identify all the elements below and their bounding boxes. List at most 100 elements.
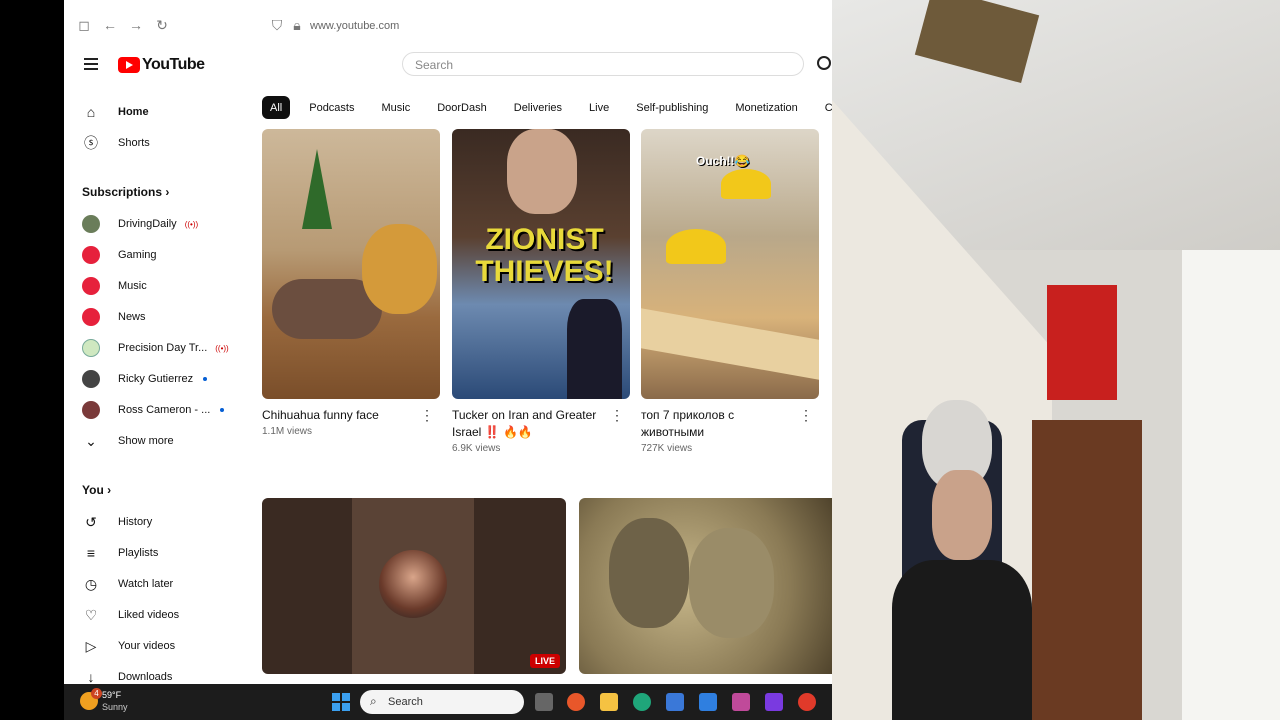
youtube-logo[interactable]: YouTube [118, 56, 205, 74]
video-card[interactable]: Chihuahua funny face 1.1M views ⋮ [262, 129, 440, 437]
sidebar-item-label: Precision Day Tr... [118, 342, 208, 354]
avatar [82, 215, 100, 233]
youtube-play-icon [118, 57, 140, 73]
chip-doordash[interactable]: DoorDash [429, 96, 495, 119]
taskbar-search[interactable]: ⌕ Search [360, 690, 524, 714]
avatar [82, 246, 100, 264]
sidebar-item-label: Ross Cameron - ... [118, 404, 211, 416]
reload-icon[interactable]: ↻ [154, 17, 170, 33]
back-icon[interactable]: ← [102, 17, 118, 33]
webcam-feed [832, 0, 1280, 720]
weather-temp: 59°F [102, 690, 122, 700]
coca-cola-sign [1047, 285, 1117, 400]
sidebar-item-label: Playlists [118, 547, 159, 559]
sidebar-item-downloads[interactable]: ↓ Downloads [82, 665, 173, 684]
search-placeholder: Search [415, 58, 454, 72]
chip-all[interactable]: All [262, 96, 291, 119]
shorts-icon: ⓢ [84, 135, 98, 151]
sidebar-item-label: Gaming [118, 249, 157, 261]
avatar [82, 370, 100, 388]
chip-monetization[interactable]: Monetization [727, 96, 806, 119]
url-text[interactable]: www.youtube.com [310, 20, 399, 32]
sidebar-item-watch-later[interactable]: ◷ Watch later [82, 572, 173, 596]
task-view-icon[interactable] [535, 693, 553, 711]
sidebar-item-news[interactable]: News [82, 305, 146, 329]
thumb-up-icon: ♡ [84, 606, 98, 623]
chip-self-publishing[interactable]: Self-publishing [628, 96, 717, 119]
sidebar-item-history[interactable]: ↺ History [82, 510, 152, 534]
subscriptions-title[interactable]: Subscriptions › [82, 185, 169, 199]
weather-text: Sunny [102, 702, 128, 712]
lock-icon[interactable]: 🔒︎ [289, 17, 305, 33]
sidebar-item-liked[interactable]: ♡ Liked videos [82, 603, 179, 627]
chip-music[interactable]: Music [373, 96, 419, 119]
sidebar-item-shorts[interactable]: ⓢ Shorts [82, 131, 150, 155]
sidebar-item-gaming[interactable]: Gaming [82, 243, 157, 267]
video-title[interactable]: топ 7 приколов с животными [641, 407, 796, 441]
home-icon: ⌂ [86, 104, 96, 120]
chip-live[interactable]: Live [581, 96, 618, 119]
video-thumbnail-live[interactable]: LIVE [262, 498, 566, 674]
video-thumbnail[interactable] [579, 498, 832, 674]
sidebar-item-precision[interactable]: Precision Day Tr... ((•)) [82, 336, 229, 360]
playlists-icon: ≡ [86, 545, 96, 561]
windows-start-icon[interactable] [332, 693, 350, 711]
sidebar-item-home[interactable]: ⌂ Home [82, 100, 149, 124]
sidebar-item-label: Music [118, 280, 147, 292]
app-icon[interactable] [699, 693, 717, 711]
address-bar: ◻ ← → ↻ ⛉ 🔒︎ www.youtube.com [64, 0, 832, 52]
store-icon[interactable] [666, 693, 684, 711]
more-options-icon[interactable]: ⋮ [420, 407, 434, 424]
more-options-icon[interactable]: ⋮ [610, 407, 624, 424]
video-card[interactable]: Ouch!!😂 топ 7 приколов с животными 727K … [641, 129, 819, 454]
chip-deliveries[interactable]: Deliveries [505, 96, 571, 119]
video-thumbnail[interactable]: Ouch!!😂 [641, 129, 819, 399]
sidebar-item-drivingdaily[interactable]: DrivingDaily ((•)) [82, 212, 198, 236]
search-input[interactable]: Search [402, 52, 804, 76]
video-views: 6.9K views [452, 443, 501, 454]
shield-icon[interactable]: ⛉ [269, 17, 285, 33]
copilot-icon[interactable] [765, 693, 783, 711]
live-icon: ((•)) [215, 343, 229, 353]
clock-icon: ◷ [84, 575, 98, 592]
video-thumbnail[interactable]: ZIONIST THIEVES! [452, 129, 630, 399]
chip-more[interactable]: Co [816, 96, 832, 119]
forward-icon[interactable]: → [128, 17, 144, 33]
file-explorer-icon[interactable] [600, 693, 618, 711]
live-icon: ((•)) [184, 219, 199, 229]
app-icon[interactable] [732, 693, 750, 711]
video-title[interactable]: Chihuahua funny face [262, 407, 417, 424]
avatar [82, 308, 100, 326]
tabs-icon[interactable]: ◻ [76, 17, 92, 33]
avatar [379, 550, 447, 618]
sidebar-item-ricky[interactable]: Ricky Gutierrez [82, 367, 208, 391]
show-more-button[interactable]: ⌄ Show more [82, 429, 174, 453]
logo-text: YouTube [142, 56, 205, 73]
new-content-dot [220, 408, 225, 412]
video-card[interactable]: ZIONIST THIEVES! Tucker on Iran and Grea… [452, 129, 630, 454]
sidebar-item-your-videos[interactable]: ▷ Your videos [82, 634, 175, 658]
browser-window: ◻ ← → ↻ ⛉ 🔒︎ www.youtube.com YouTube Sea… [64, 0, 832, 684]
firefox-icon[interactable] [567, 693, 585, 711]
chip-podcasts[interactable]: Podcasts [301, 96, 363, 119]
video-title[interactable]: Tucker on Iran and Greater Israel ‼️ 🔥🔥 [452, 407, 607, 441]
sidebar-item-playlists[interactable]: ≡ Playlists [82, 541, 158, 565]
download-icon: ↓ [87, 669, 95, 684]
chip-bar: All Podcasts Music DoorDash Deliveries L… [262, 96, 832, 120]
more-options-icon[interactable]: ⋮ [799, 407, 813, 424]
screen: ◻ ← → ↻ ⛉ 🔒︎ www.youtube.com YouTube Sea… [0, 0, 1280, 720]
edge-icon[interactable] [633, 693, 651, 711]
you-title[interactable]: You › [82, 483, 111, 497]
video-views: 727K views [641, 443, 693, 454]
live-badge: LIVE [529, 654, 560, 668]
video-thumbnail[interactable] [262, 129, 440, 399]
sidebar-item-label: DrivingDaily [118, 218, 177, 230]
sidebar-item-music[interactable]: Music [82, 274, 147, 298]
avatar [82, 277, 100, 295]
chrome-icon[interactable] [798, 693, 816, 711]
sidebar-item-ross[interactable]: Ross Cameron - ... [82, 398, 225, 422]
search-icon[interactable] [817, 56, 831, 70]
menu-icon[interactable] [84, 58, 98, 70]
thumbnail-text: Ouch!!😂 [696, 154, 750, 168]
taskbar-search-label: Search [388, 696, 423, 708]
